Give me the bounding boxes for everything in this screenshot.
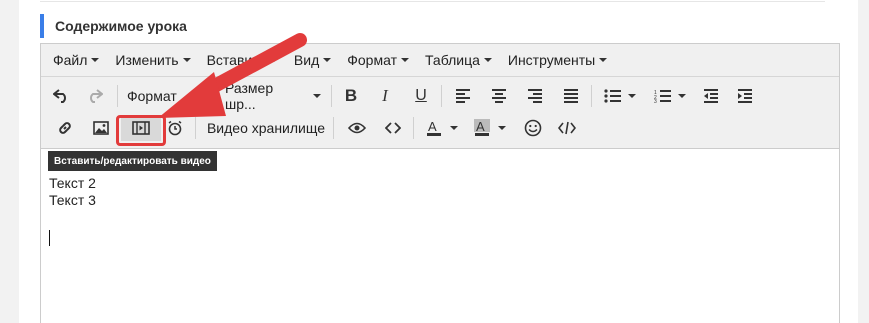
toolbar-separator xyxy=(195,117,196,139)
underline-button[interactable]: U xyxy=(409,83,433,109)
chevron-down-icon xyxy=(599,58,608,62)
toolbar-separator xyxy=(117,85,118,107)
bold-icon: B xyxy=(344,86,358,105)
bullet-list-button[interactable] xyxy=(599,83,641,109)
chevron-down-icon xyxy=(182,58,191,62)
menu-insert-label: Вставить xyxy=(206,52,266,68)
eye-icon xyxy=(348,122,366,134)
toolbar-separator xyxy=(331,85,332,107)
code-sample-button[interactable] xyxy=(555,115,579,141)
image-icon xyxy=(93,121,109,135)
undo-button[interactable] xyxy=(49,83,73,109)
menu-tools-label: Инструменты xyxy=(507,52,596,68)
undo-icon xyxy=(53,89,66,103)
preview-button[interactable] xyxy=(345,115,369,141)
numbered-list-icon: 123 xyxy=(654,90,671,103)
redo-icon xyxy=(90,89,103,103)
link-icon xyxy=(59,122,71,134)
text-cursor xyxy=(49,230,50,246)
background-color-button[interactable]: A xyxy=(469,115,511,141)
svg-text:A: A xyxy=(428,119,437,134)
bold-button[interactable]: B xyxy=(339,83,363,109)
underline-icon: U xyxy=(415,87,427,104)
annotation-highlight-box xyxy=(116,115,166,146)
format-select[interactable]: Формат xyxy=(127,83,213,109)
content-line: Текст 3 xyxy=(49,192,96,208)
align-center-button[interactable] xyxy=(487,83,511,109)
menu-insert[interactable]: Вставить xyxy=(199,44,286,76)
menu-format[interactable]: Формат xyxy=(339,44,417,76)
align-right-icon xyxy=(528,89,542,103)
link-button[interactable] xyxy=(53,115,77,141)
content-line: Текст 2 xyxy=(49,175,96,191)
chevron-down-icon xyxy=(400,58,409,62)
section-accent-bar xyxy=(40,14,44,38)
toolbar-separator xyxy=(441,85,442,107)
menu-file-label: Файл xyxy=(53,52,88,68)
numbered-list-button[interactable]: 123 xyxy=(649,83,691,109)
menu-table[interactable]: Таблица xyxy=(417,44,500,76)
chevron-down-icon xyxy=(483,58,492,62)
align-left-icon xyxy=(456,89,470,103)
chevron-down-icon xyxy=(91,58,100,62)
fontsize-select-label: Размер шр... xyxy=(225,80,274,112)
chevron-down-icon xyxy=(628,94,636,98)
outdent-icon xyxy=(704,89,718,103)
top-divider xyxy=(40,0,825,2)
rich-text-editor: Файл Изменить Вставить Вид Формат Таблиц… xyxy=(40,43,840,323)
image-button[interactable] xyxy=(89,115,113,141)
editor-menubar: Файл Изменить Вставить Вид Формат Таблиц… xyxy=(41,44,839,77)
chevron-down-icon xyxy=(269,58,278,62)
chevron-down-icon xyxy=(323,58,332,62)
menu-view[interactable]: Вид xyxy=(286,44,339,76)
menu-tools[interactable]: Инструменты xyxy=(500,44,615,76)
highlight-color-icon: A xyxy=(474,119,490,136)
align-justify-icon xyxy=(564,89,578,103)
emoji-button[interactable] xyxy=(521,115,545,141)
outdent-button[interactable] xyxy=(699,83,723,109)
chevron-down-icon xyxy=(450,126,458,130)
alarm-clock-icon xyxy=(168,120,182,136)
tooltip-text: Вставить/редактировать видео xyxy=(54,155,211,167)
text-color-icon: A xyxy=(427,119,441,136)
chevron-down-icon xyxy=(498,126,506,130)
tooltip: Вставить/редактировать видео xyxy=(48,151,217,171)
chevron-down-icon xyxy=(313,94,321,98)
chevron-down-icon xyxy=(678,94,686,98)
section-header: Содержимое урока xyxy=(40,14,187,38)
svg-text:3: 3 xyxy=(654,99,657,103)
code-sample-icon xyxy=(558,121,576,135)
redo-button[interactable] xyxy=(83,83,107,109)
align-right-button[interactable] xyxy=(523,83,547,109)
italic-icon: I xyxy=(382,86,388,105)
text-color-button[interactable]: A xyxy=(421,115,463,141)
source-code-button[interactable] xyxy=(381,115,405,141)
section-title: Содержимое урока xyxy=(55,18,187,34)
menu-edit-label: Изменить xyxy=(115,52,179,68)
video-storage-label: Видео хранилище xyxy=(206,120,326,136)
svg-text:A: A xyxy=(476,119,485,134)
toolbar-separator xyxy=(333,117,334,139)
menu-table-label: Таблица xyxy=(424,52,480,68)
format-select-label: Формат xyxy=(127,88,177,104)
align-left-button[interactable] xyxy=(451,83,475,109)
align-justify-button[interactable] xyxy=(559,83,583,109)
toolbar-separator xyxy=(413,117,414,139)
bullet-list-icon xyxy=(604,89,621,103)
toolbar-separator xyxy=(591,85,592,107)
smiley-icon xyxy=(524,119,542,137)
fontsize-select[interactable]: Размер шр... xyxy=(225,80,321,112)
clock-button[interactable] xyxy=(163,115,187,141)
italic-button[interactable]: I xyxy=(373,83,397,109)
menu-edit[interactable]: Изменить xyxy=(107,44,198,76)
menu-view-label: Вид xyxy=(293,52,320,68)
menu-format-label: Формат xyxy=(347,52,397,68)
indent-button[interactable] xyxy=(733,83,757,109)
menu-file[interactable]: Файл xyxy=(45,44,107,76)
video-storage-button[interactable]: Видео хранилище xyxy=(205,115,327,141)
code-brackets-icon xyxy=(385,122,401,134)
align-center-icon xyxy=(492,89,506,103)
indent-icon xyxy=(738,89,752,103)
